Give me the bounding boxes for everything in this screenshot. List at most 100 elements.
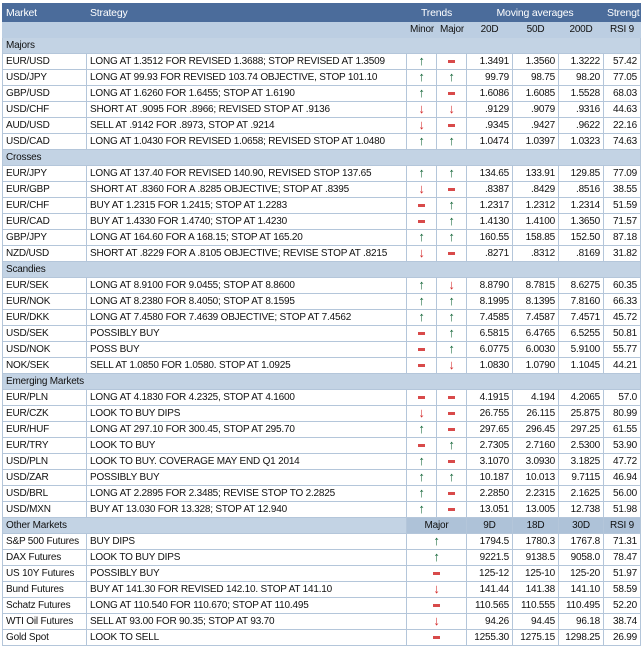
table-row: EUR/NOK LONG AT 8.2380 FOR 8.4050; STOP A…: [2, 293, 642, 310]
minor-trend-cell: [406, 213, 437, 230]
ma50-cell: 2.2315: [512, 485, 559, 502]
trend-up-arrow-icon: ↑: [448, 213, 455, 228]
trend-down-arrow-icon: ↓: [448, 357, 455, 372]
trend-flat-dash-icon: [448, 459, 455, 463]
ma50-cell: 13.005: [512, 501, 559, 518]
ma20-cell: 297.65: [466, 421, 513, 438]
strategy-cell: POSSIBLY BUY: [86, 469, 407, 486]
table-row: USD/NOK POSS BUY ↑ 6.0775 6.0030 5.9100 55.77: [2, 341, 642, 358]
ma9-cell: 1794.5: [466, 533, 513, 550]
strategy-cell: LONG AT 297.10 FOR 300.45, STOP AT 295.7…: [86, 421, 407, 438]
minor-trend-cell: ↑: [406, 277, 437, 294]
ma200-cell: 129.85: [557, 165, 605, 182]
ma50-cell: 1.2312: [512, 197, 559, 214]
major-trend-cell: ↑: [436, 437, 467, 454]
major-trend-cell: ↑: [406, 549, 467, 566]
trend-down-arrow-icon: ↓: [418, 181, 425, 196]
strategy-cell: SHORT AT .8229 FOR A .8105 OBJECTIVE; RE…: [86, 245, 407, 262]
minor-trend-cell: ↓: [406, 101, 437, 118]
market-cell: USD/BRL: [2, 485, 87, 502]
strategy-cell: LOOK TO BUY. COVERAGE MAY END Q1 2014: [86, 453, 407, 470]
ma20-cell: .8387: [466, 181, 513, 198]
ma18-cell: 125-10: [512, 565, 559, 582]
major-trend-cell: ↑: [436, 293, 467, 310]
major-trend-cell: ↓: [406, 581, 467, 598]
trend-up-arrow-icon: ↑: [448, 229, 455, 244]
strategy-cell: POSSIBLY BUY: [86, 325, 407, 342]
market-cell: Schatz Futures: [2, 597, 87, 614]
ma50-cell: 2.7160: [512, 437, 559, 454]
col-20d: 20D: [466, 21, 513, 38]
table-row: EUR/HUF LONG AT 297.10 FOR 300.45, STOP A…: [2, 421, 642, 438]
rsi-cell: 71.57: [603, 213, 642, 230]
table-row: EUR/CZK LOOK TO BUY DIPS ↓ 26.755 26.115 25.8…: [2, 405, 642, 422]
rsi-cell: 58.59: [603, 581, 642, 598]
col-major: Major: [406, 517, 467, 534]
rsi-cell: 52.20: [603, 597, 642, 614]
market-cell: USD/JPY: [2, 69, 87, 86]
strategy-cell: LOOK TO BUY DIPS: [86, 405, 407, 422]
ma50-cell: 3.0930: [512, 453, 559, 470]
market-cell: EUR/USD: [2, 53, 87, 70]
trend-up-arrow-icon: ↑: [418, 53, 425, 68]
ma200-cell: 12.738: [557, 501, 605, 518]
section-header: Emerging Markets: [1, 373, 642, 390]
trend-up-arrow-icon: ↑: [418, 133, 425, 148]
table-row: EUR/USD LONG AT 1.3512 FOR REVISED 1.3688…: [2, 53, 642, 70]
ma30-cell: 110.495: [557, 597, 605, 614]
col-rsi: RSI 9: [603, 21, 642, 38]
ma200-cell: 98.20: [557, 69, 605, 86]
ma9-cell: 110.565: [466, 597, 513, 614]
table-row: Bund Futures BUY AT 141.30 FOR REVISED 14…: [2, 581, 642, 598]
minor-trend-cell: ↑: [406, 293, 437, 310]
market-cell: EUR/PLN: [2, 389, 87, 406]
ma20-cell: 2.7305: [466, 437, 513, 454]
trend-up-arrow-icon: ↑: [448, 197, 455, 212]
minor-trend-cell: ↓: [406, 245, 437, 262]
trend-flat-dash-icon: [418, 203, 425, 207]
minor-trend-cell: [406, 437, 437, 454]
minor-trend-cell: ↓: [406, 117, 437, 134]
rsi-cell: 80.99: [603, 405, 642, 422]
major-trend-cell: [436, 421, 467, 438]
rsi-cell: 66.33: [603, 293, 642, 310]
minor-trend-cell: [406, 389, 437, 406]
market-cell: NZD/USD: [2, 245, 87, 262]
trend-up-arrow-icon: ↑: [418, 453, 425, 468]
major-trend-cell: [406, 629, 467, 646]
ma20-cell: 1.3491: [466, 53, 513, 70]
trend-flat-dash-icon: [448, 91, 455, 95]
table-row: USD/SEK POSSIBLY BUY ↑ 6.5815 6.4765 6.5255 50…: [2, 325, 642, 342]
rsi-cell: 47.72: [603, 453, 642, 470]
ma20-cell: 1.0474: [466, 133, 513, 150]
trend-down-arrow-icon: ↓: [418, 101, 425, 116]
table-row: EUR/DKK LONG AT 7.4580 FOR 7.4639 OBJECTI…: [2, 309, 642, 326]
rsi-cell: 57.0: [603, 389, 642, 406]
table-row: NOK/SEK SELL AT 1.0850 FOR 1.0580. STOP A…: [2, 357, 642, 374]
trend-up-arrow-icon: ↑: [448, 165, 455, 180]
trend-flat-dash-icon: [448, 491, 455, 495]
section-title: Other Markets: [2, 517, 407, 534]
market-cell: EUR/JPY: [2, 165, 87, 182]
strategy-cell: LONG AT 1.3512 FOR REVISED 1.3688; STOP …: [86, 53, 407, 70]
ma30-cell: 9058.0: [557, 549, 605, 566]
ma50-cell: 1.4100: [512, 213, 559, 230]
market-cell: EUR/SEK: [2, 277, 87, 294]
minor-trend-cell: ↑: [406, 453, 437, 470]
minor-trend-cell: ↑: [406, 229, 437, 246]
ma200-cell: 1.5528: [557, 85, 605, 102]
minor-trend-cell: ↑: [406, 85, 437, 102]
table-row: EUR/CHF BUY AT 1.2315 FOR 1.2415; STOP AT…: [2, 197, 642, 214]
trend-flat-dash-icon: [448, 411, 455, 415]
major-trend-cell: ↓: [436, 101, 467, 118]
rsi-cell: 60.35: [603, 277, 642, 294]
strategy-cell: LONG AT 2.2895 FOR 2.3485; REVISE STOP T…: [86, 485, 407, 502]
ma200-cell: 152.50: [557, 229, 605, 246]
ma50-cell: 1.0397: [512, 133, 559, 150]
market-cell: AUD/USD: [2, 117, 87, 134]
rsi-cell: 44.21: [603, 357, 642, 374]
market-cell: USD/PLN: [2, 453, 87, 470]
ma200-cell: 2.5300: [557, 437, 605, 454]
col-9d: 9D: [466, 517, 513, 534]
ma200-cell: 1.3222: [557, 53, 605, 70]
